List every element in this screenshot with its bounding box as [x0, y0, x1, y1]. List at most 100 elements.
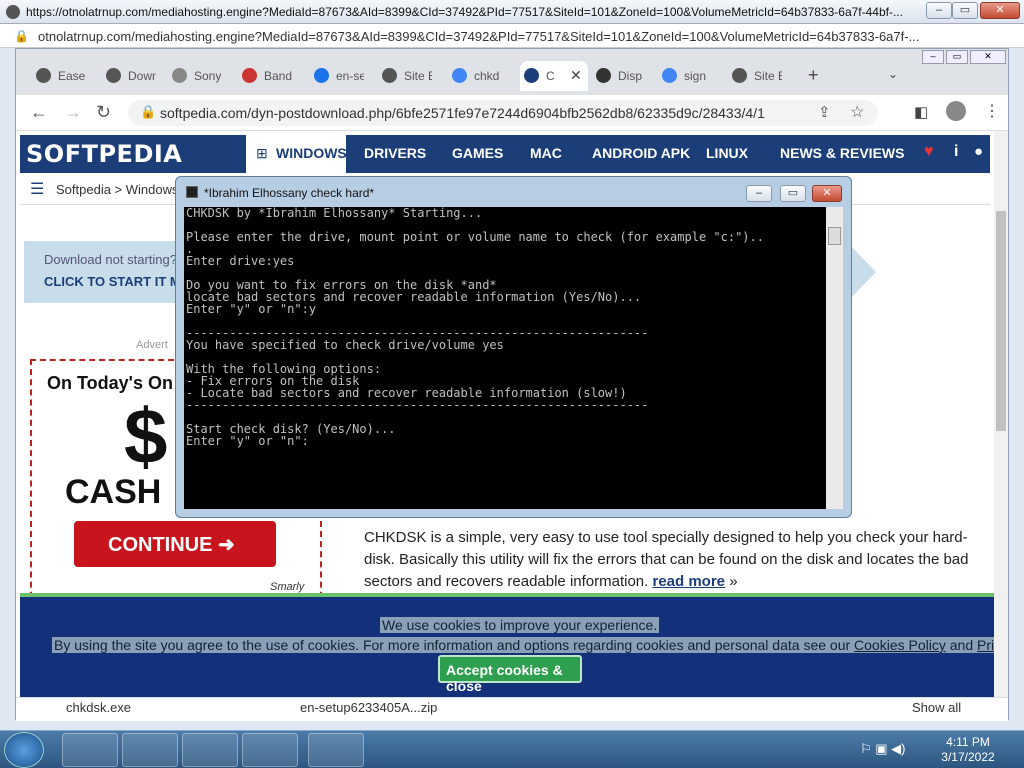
forward-icon[interactable]: →	[64, 102, 82, 123]
start-button[interactable]	[4, 732, 44, 768]
page-scrollbar[interactable]	[994, 131, 1008, 697]
info-icon[interactable]: i	[954, 143, 958, 161]
omnibox-url[interactable]: softpedia.com/dyn-postdownload.php/6bfe2…	[160, 105, 765, 121]
console-scrollbar[interactable]	[826, 207, 843, 509]
download-item-setup[interactable]: en-setup6233405A...zip	[300, 700, 437, 715]
chrome-taskbar-icon[interactable]	[182, 733, 238, 767]
cookie-line2-text: By using the site you agree to the use o…	[54, 637, 855, 653]
scroll-thumb[interactable]	[996, 211, 1006, 431]
continue-button[interactable]: CONTINUE ➜	[74, 521, 276, 567]
privacy-policy-link[interactable]: Privacy Policy	[977, 637, 994, 653]
download-not-started: Download not starting?	[44, 252, 177, 267]
console-close-button[interactable]: ✕	[812, 185, 842, 202]
tab-0[interactable]: EaseU	[32, 61, 100, 91]
7zip-taskbar-icon[interactable]	[242, 733, 298, 767]
download-item-chkdsk[interactable]: chkdsk.exe	[66, 700, 131, 715]
click-to-start-link[interactable]: CLICK TO START IT M	[44, 274, 181, 289]
breadcrumb-text[interactable]: Softpedia > Windows	[56, 182, 178, 197]
close-button[interactable]: ✕	[980, 2, 1020, 19]
tab-1[interactable]: Down	[102, 61, 170, 91]
tab-search-icon[interactable]: ⌄	[888, 67, 898, 81]
media-player-taskbar-icon[interactable]	[122, 733, 178, 767]
tab-label: Band	[264, 69, 292, 83]
download-shelf: chkdsk.exe en-setup6233405A...zip Show a…	[16, 697, 1008, 721]
omnibox[interactable]: 🔒 softpedia.com/dyn-postdownload.php/6bf…	[128, 100, 878, 126]
cookies-policy-link[interactable]: Cookies Policy	[854, 637, 946, 653]
advert-label: Advert	[136, 339, 168, 351]
tab-label: Disp	[618, 69, 643, 83]
back-icon[interactable]: ←	[30, 102, 48, 123]
nav-news[interactable]: NEWS & REVIEWS	[780, 145, 904, 161]
tab-4[interactable]: en-se	[310, 61, 378, 91]
console-title: *Ibrahim Elhossany check hard*	[204, 186, 375, 200]
nav-windows[interactable]: ⊞ WINDOWS	[246, 135, 347, 173]
tab-favicon-icon	[662, 68, 677, 83]
tab-favicon-icon	[452, 68, 467, 83]
tab-favicon-icon	[314, 68, 329, 83]
popup-title-bar: https://otnolatrnup.com/mediahosting.eng…	[0, 0, 1024, 24]
clock[interactable]: 4:11 PM 3/17/2022	[940, 735, 996, 765]
tab-2[interactable]: Sony	[168, 61, 236, 91]
lock-icon: 🔒	[140, 104, 157, 119]
continue-label: CONTINUE ➜	[108, 534, 235, 556]
ad-dollar: $	[124, 392, 168, 480]
tab-label: chkd	[474, 69, 500, 83]
maximize-button[interactable]: ▭	[952, 2, 978, 19]
tray-icons[interactable]: ⚐ ▣ ◀)	[860, 741, 906, 757]
tab-close-icon[interactable]: ✕	[570, 67, 582, 84]
popup-address-bar: 🔒 otnolatrnup.com/mediahosting.engine?Me…	[0, 24, 1024, 48]
heart-icon[interactable]: ♥	[924, 143, 934, 161]
tab-6[interactable]: chkd	[448, 61, 516, 91]
tab-3[interactable]: Band	[238, 61, 306, 91]
explorer-taskbar-icon[interactable]	[62, 733, 118, 767]
tab-9[interactable]: sign	[658, 61, 726, 91]
show-all-button[interactable]: Show all	[912, 700, 961, 715]
share-icon[interactable]: ⇪	[818, 103, 831, 121]
taskbar: ⚐ ▣ ◀) 4:11 PM 3/17/2022	[0, 730, 1024, 768]
user-icon[interactable]: ●	[974, 143, 983, 160]
chrome-close-button[interactable]: ✕	[970, 50, 1006, 64]
console-scroll-thumb[interactable]	[828, 227, 841, 245]
tab-label: sign	[684, 69, 707, 83]
console-output[interactable]: CHKDSK by *Ibrahim Elhossany* Starting..…	[184, 207, 826, 509]
windows-icon: ⊞	[256, 145, 268, 161]
menu-icon[interactable]: ⋮	[984, 101, 1000, 121]
hamburger-icon[interactable]: ☰	[30, 179, 44, 199]
tab-favicon-icon	[242, 68, 257, 83]
tab-10[interactable]: Site B	[728, 61, 796, 91]
console-window: *Ibrahim Elhossany check hard* – ▭ ✕ CHK…	[175, 176, 852, 518]
softpedia-logo[interactable]: SOFTPEDIA	[26, 140, 182, 168]
console-minimize-button[interactable]: –	[746, 185, 772, 202]
minimize-button[interactable]: –	[926, 2, 952, 19]
reload-icon[interactable]: ↻	[96, 102, 111, 123]
tab-label: EaseU	[58, 69, 86, 83]
console-taskbar-icon[interactable]	[308, 733, 364, 767]
popup-title: https://otnolatrnup.com/mediahosting.eng…	[26, 5, 903, 19]
nav-linux[interactable]: LINUX	[706, 145, 748, 161]
cookie-and: and	[945, 637, 977, 653]
tab-8[interactable]: Disp	[592, 61, 660, 91]
tab-5[interactable]: Site B	[378, 61, 446, 91]
console-app-icon	[186, 186, 198, 198]
chrome-minimize-button[interactable]: –	[922, 50, 944, 64]
tab-7[interactable]: C ✕	[520, 61, 588, 91]
nav-android[interactable]: ANDROID APK	[592, 145, 690, 161]
nav-mac[interactable]: MAC	[530, 145, 562, 161]
bookmark-star-icon[interactable]: ☆	[850, 102, 864, 122]
side-panel-icon[interactable]: ◧	[914, 103, 928, 121]
cookie-banner: We use cookies to improve your experienc…	[20, 593, 994, 697]
console-maximize-button[interactable]: ▭	[780, 185, 806, 202]
lock-icon: 🔒	[14, 29, 29, 43]
popup-url[interactable]: otnolatrnup.com/mediahosting.engine?Medi…	[38, 29, 1008, 44]
tab-label: Down	[128, 69, 156, 83]
console-text: CHKDSK by *Ibrahim Elhossany* Starting..…	[186, 207, 764, 448]
profile-avatar[interactable]	[946, 101, 966, 121]
description: CHKDSK is a simple, very easy to use too…	[364, 527, 984, 593]
read-more-link[interactable]: read more	[652, 573, 725, 590]
chrome-maximize-button[interactable]: ▭	[946, 50, 968, 64]
tab-label: Site B	[754, 69, 782, 83]
nav-games[interactable]: GAMES	[452, 145, 503, 161]
new-tab-button[interactable]: +	[808, 65, 819, 86]
accept-cookies-button[interactable]: Accept cookies & close	[438, 655, 582, 694]
nav-drivers[interactable]: DRIVERS	[364, 145, 426, 161]
